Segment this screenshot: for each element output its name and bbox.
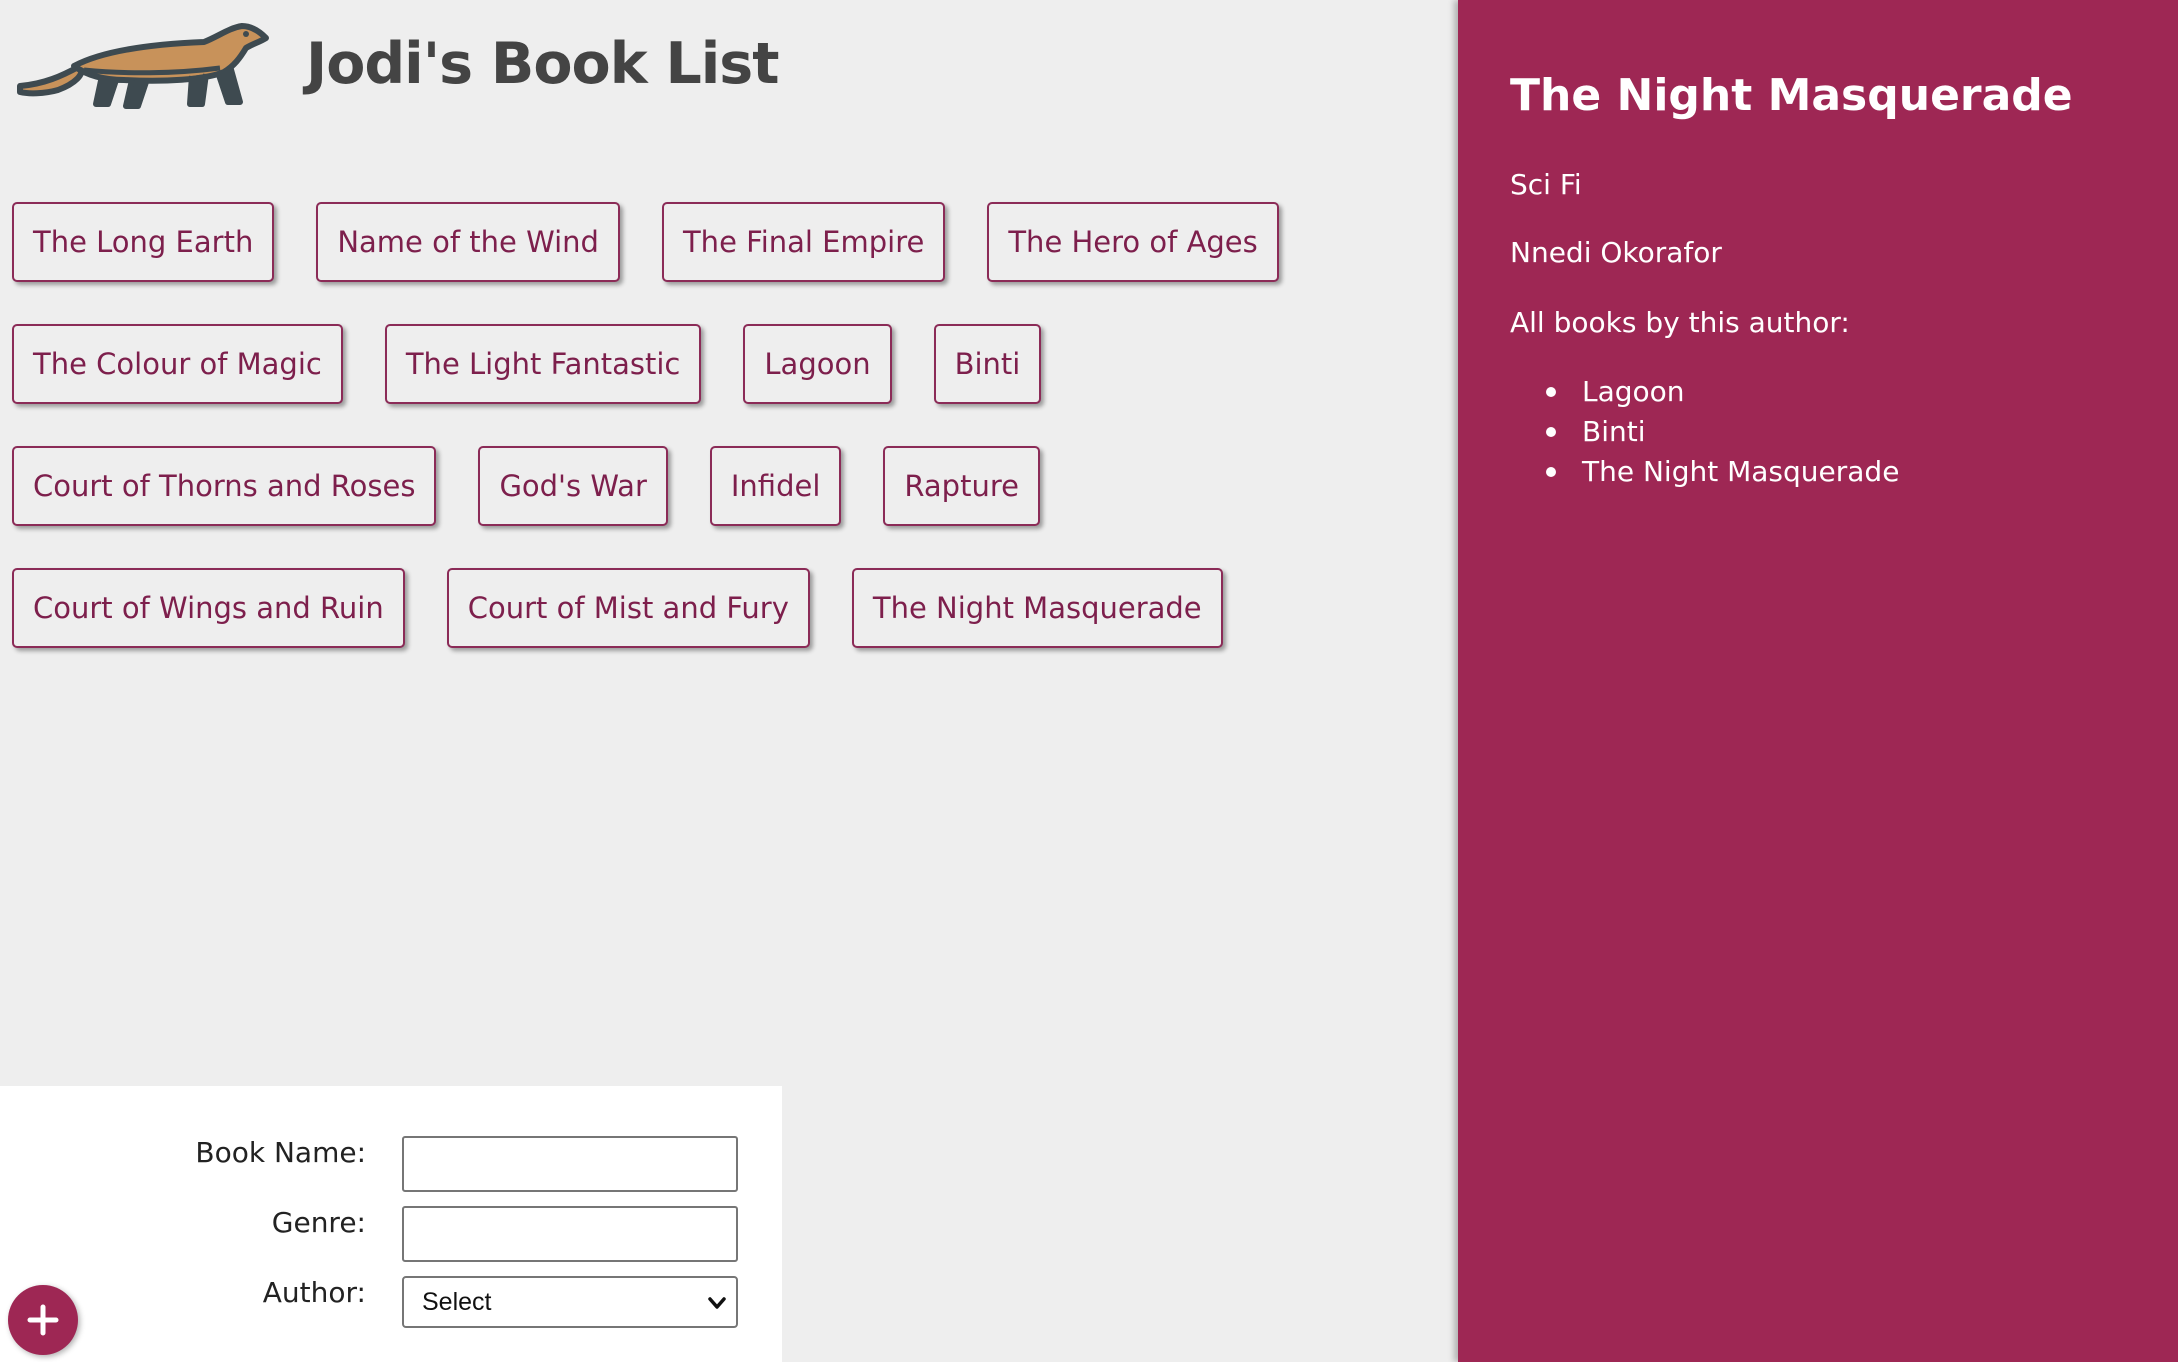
genre-row: Genre: xyxy=(0,1206,782,1266)
list-item: The Night Masquerade xyxy=(1510,452,1899,492)
book-button-court-of-thorns-and-roses[interactable]: Court of Thorns and Roses xyxy=(12,446,437,526)
detail-author: Nnedi Okorafor xyxy=(1510,236,1722,269)
add-book-form: Book Name: Genre: Author: Select xyxy=(0,1086,782,1362)
plus-icon xyxy=(27,1304,59,1336)
header: Jodi's Book List xyxy=(14,14,779,114)
book-button-name-of-the-wind[interactable]: Name of the Wind xyxy=(316,202,620,282)
list-item: Binti xyxy=(1510,412,1899,452)
genre-label: Genre: xyxy=(271,1206,366,1239)
book-button-lagoon[interactable]: Lagoon xyxy=(743,324,892,404)
author-select-value: Select xyxy=(422,1287,492,1316)
weasel-icon xyxy=(17,23,269,109)
book-button-court-of-mist-and-fury[interactable]: Court of Mist and Fury xyxy=(446,568,810,648)
book-button-the-night-masquerade[interactable]: The Night Masquerade xyxy=(851,568,1223,648)
book-row: The Long Earth Name of the Wind The Fina… xyxy=(12,202,1279,282)
book-name-row: Book Name: xyxy=(0,1136,782,1196)
chevron-down-icon xyxy=(708,1297,726,1309)
all-books-label: All books by this author: xyxy=(1510,306,1850,339)
book-button-the-light-fantastic[interactable]: The Light Fantastic xyxy=(384,324,702,404)
author-select[interactable]: Select xyxy=(402,1276,738,1328)
genre-input[interactable] xyxy=(402,1206,738,1262)
app-root: Jodi's Book List The Long Earth Name of … xyxy=(0,0,2178,1362)
book-button-the-hero-of-ages[interactable]: The Hero of Ages xyxy=(987,202,1279,282)
book-button-the-final-empire[interactable]: The Final Empire xyxy=(661,202,946,282)
author-books-list: Lagoon Binti The Night Masquerade xyxy=(1510,372,1899,492)
book-row: Court of Wings and Ruin Court of Mist an… xyxy=(12,568,1232,648)
book-row: Court of Thorns and Roses God's War Infi… xyxy=(12,446,1232,526)
book-button-binti[interactable]: Binti xyxy=(933,324,1042,404)
book-name-label: Book Name: xyxy=(195,1136,366,1169)
book-button-the-colour-of-magic[interactable]: The Colour of Magic xyxy=(12,324,343,404)
book-name-input[interactable] xyxy=(402,1136,738,1192)
list-item: Lagoon xyxy=(1510,372,1899,412)
add-book-button[interactable] xyxy=(8,1285,78,1355)
book-details-panel: The Night Masquerade Sci Fi Nnedi Okoraf… xyxy=(1458,0,2178,1362)
book-button-the-long-earth[interactable]: The Long Earth xyxy=(12,202,275,282)
author-label: Author: xyxy=(262,1276,366,1309)
detail-genre: Sci Fi xyxy=(1510,168,1582,201)
book-button-infidel[interactable]: Infidel xyxy=(709,446,842,526)
author-row: Author: Select xyxy=(0,1276,782,1336)
book-button-rapture[interactable]: Rapture xyxy=(883,446,1040,526)
book-list: The Long Earth Name of the Wind The Fina… xyxy=(12,202,1279,690)
book-button-court-of-wings-and-ruin[interactable]: Court of Wings and Ruin xyxy=(12,568,405,648)
detail-book-title: The Night Masquerade xyxy=(1510,70,2073,121)
book-row: The Colour of Magic The Light Fantastic … xyxy=(12,324,1232,404)
book-button-gods-war[interactable]: God's War xyxy=(478,446,668,526)
page-title: Jodi's Book List xyxy=(306,31,779,97)
